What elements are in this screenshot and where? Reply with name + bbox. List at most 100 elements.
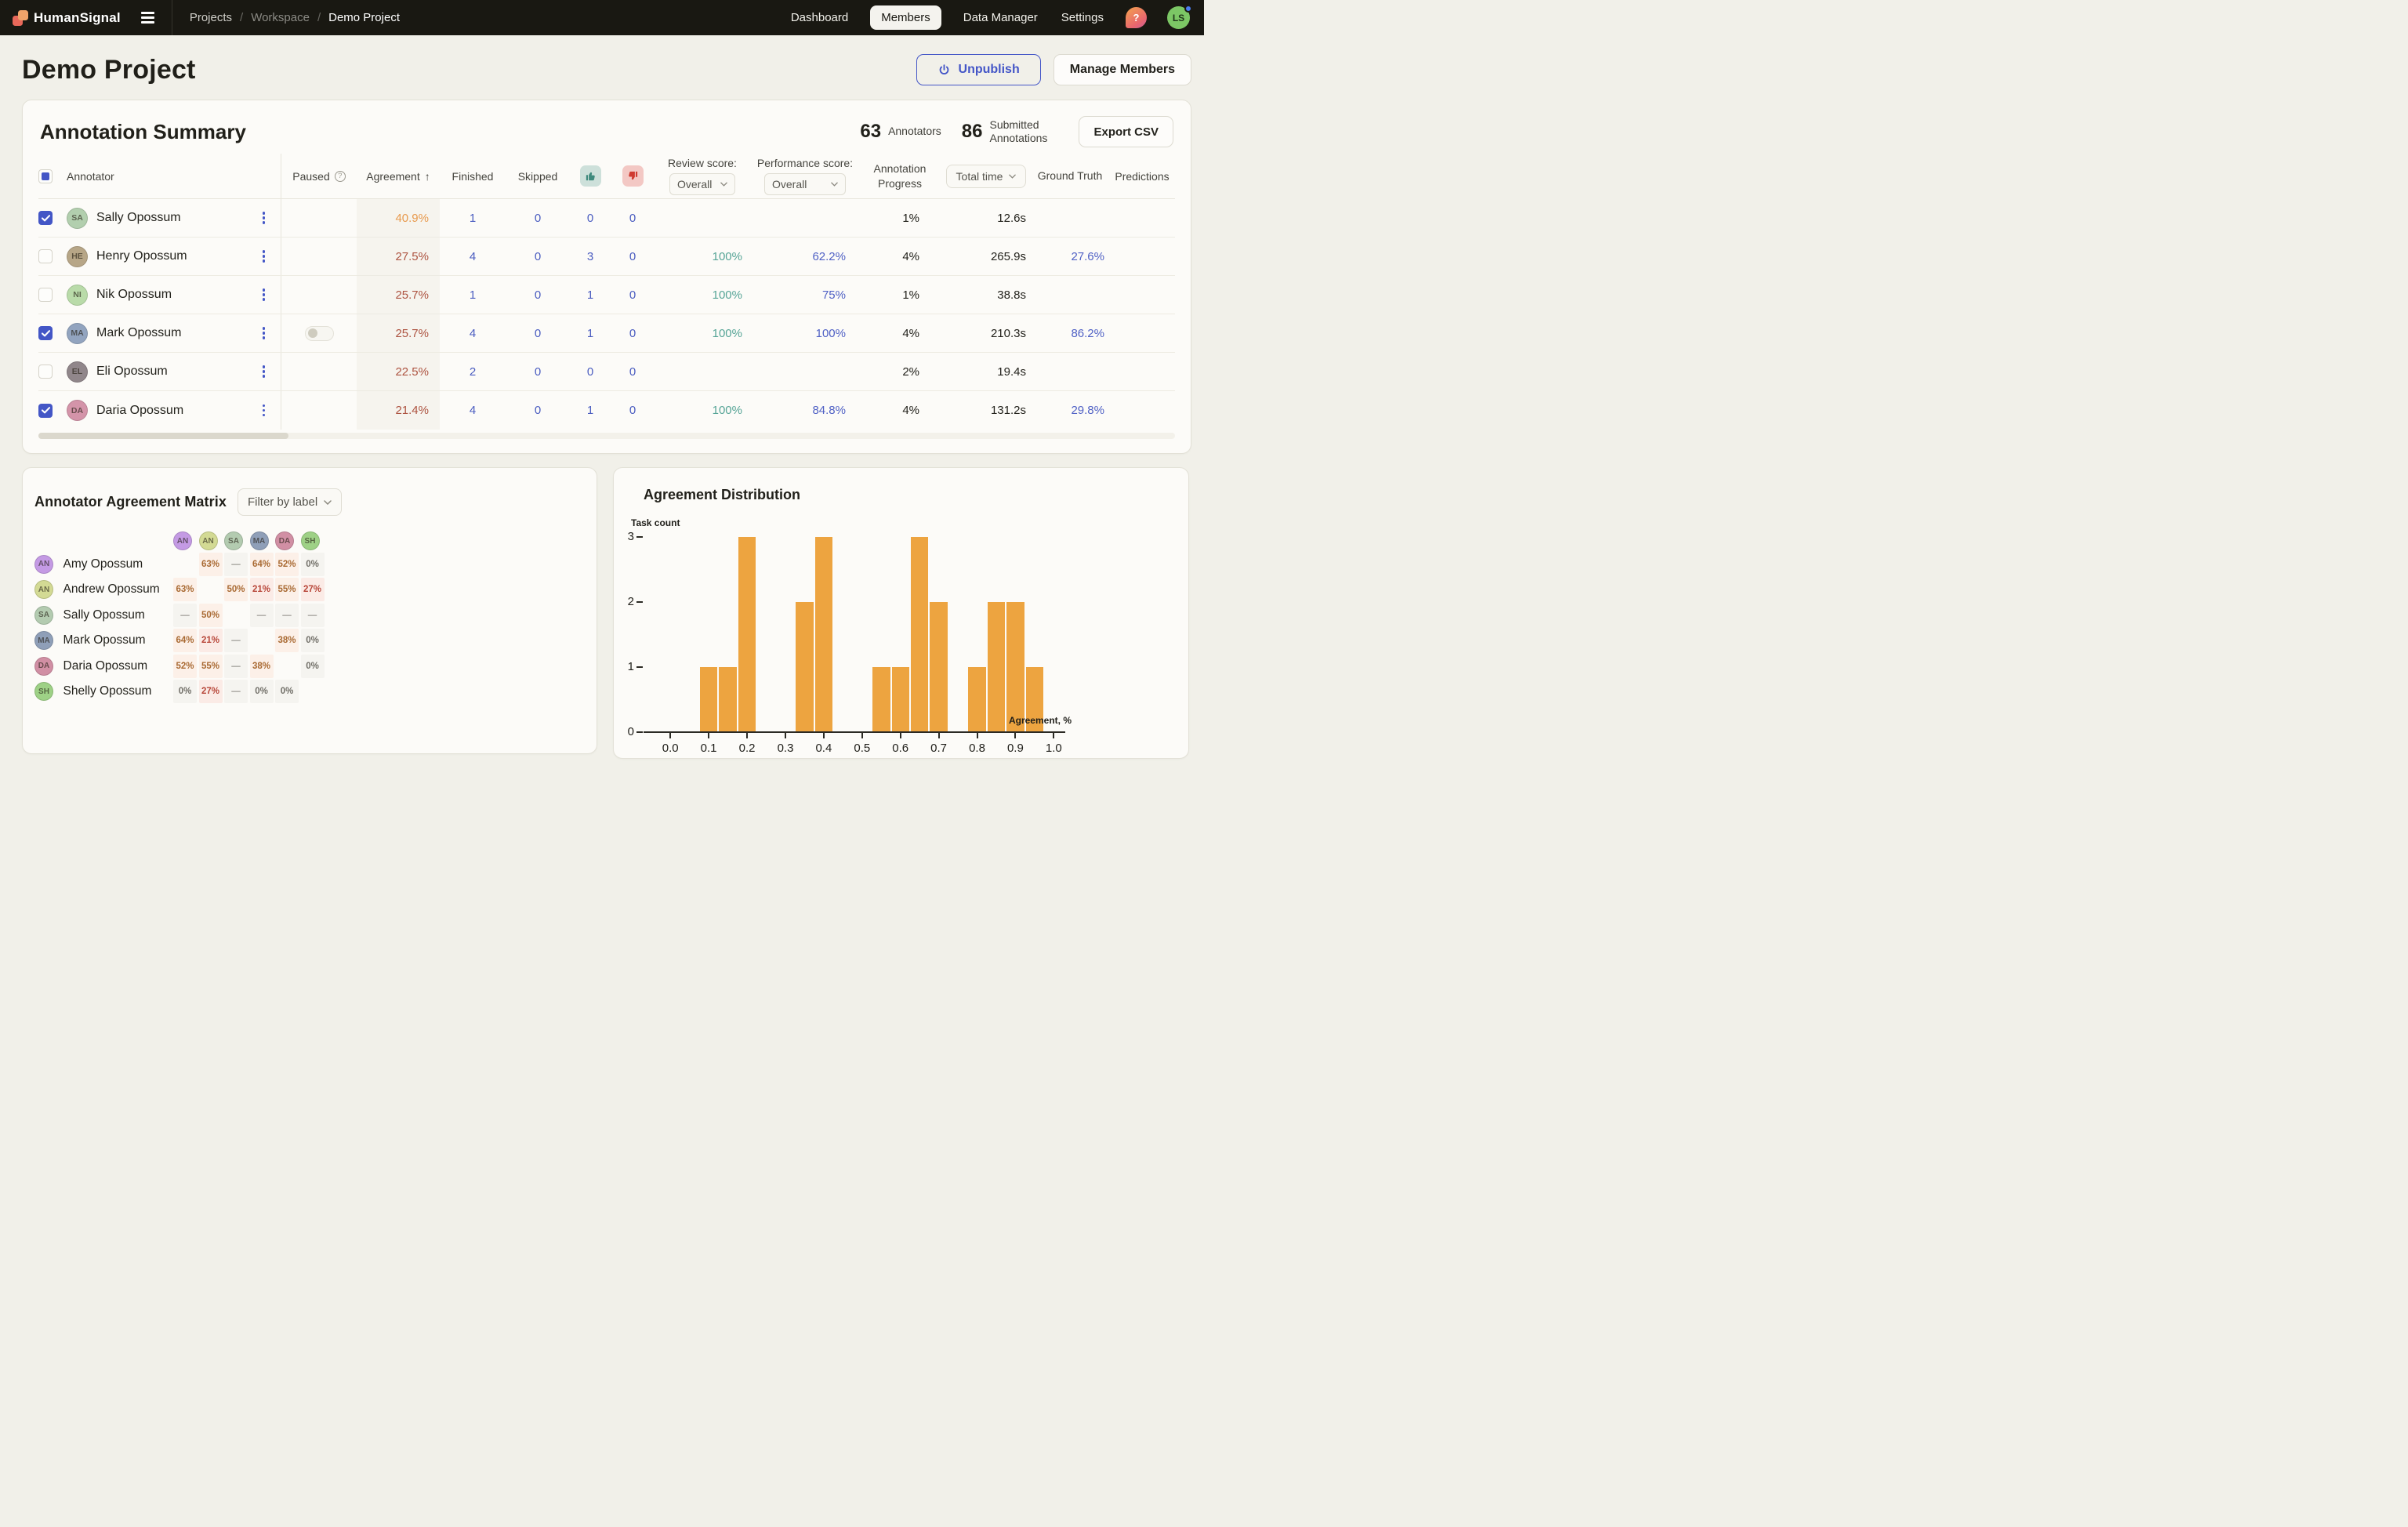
unpublish-button[interactable]: Unpublish [916,54,1041,85]
histogram-bar[interactable] [815,537,833,732]
matrix-cell[interactable]: 27% [301,578,325,601]
breadcrumb-projects[interactable]: Projects [190,11,232,24]
row-menu-icon[interactable] [259,401,270,421]
nav-link-settings[interactable]: Settings [1060,5,1105,30]
row-menu-icon[interactable] [259,285,270,305]
finished-value[interactable]: 4 [470,250,476,263]
matrix-cell[interactable]: 0% [173,680,197,703]
review-score-dropdown[interactable]: Overall [669,173,735,195]
rejected-value[interactable]: 0 [629,327,636,340]
total-time-dropdown[interactable]: Total time [946,165,1027,188]
nav-link-members[interactable]: Members [870,5,941,30]
row-menu-icon[interactable] [259,361,270,382]
finished-value[interactable]: 4 [470,404,476,417]
breadcrumb-current-project[interactable]: Demo Project [328,11,400,24]
select-all-checkbox[interactable] [38,169,53,183]
matrix-cell[interactable]: 55% [275,578,299,601]
row-menu-icon[interactable] [259,323,270,343]
matrix-cell[interactable]: 0% [275,680,299,703]
skipped-value[interactable]: 0 [535,288,541,302]
matrix-cell[interactable]: — [275,604,299,627]
paused-help-icon[interactable]: ? [335,171,346,182]
histogram-bar[interactable] [988,602,1006,732]
rejected-value[interactable]: 0 [629,288,636,302]
hamburger-menu-icon[interactable] [138,9,158,27]
humansignal-logo[interactable]: HumanSignal [13,10,121,26]
accepted-value[interactable]: 1 [587,404,593,417]
skipped-value[interactable]: 0 [535,327,541,340]
finished-value[interactable]: 2 [470,365,476,379]
column-agreement[interactable]: Agreement ↑ [357,170,440,183]
rejected-value[interactable]: 0 [629,365,636,379]
histogram-bar[interactable] [719,667,737,732]
histogram-bar[interactable] [892,667,910,732]
accepted-value[interactable]: 3 [587,250,593,263]
histogram-bar[interactable] [930,602,948,732]
skipped-value[interactable]: 0 [535,250,541,263]
matrix-cell[interactable]: 0% [250,680,274,703]
finished-value[interactable]: 4 [470,327,476,340]
row-checkbox[interactable] [38,288,53,302]
rejected-value[interactable]: 0 [629,250,636,263]
histogram-bar[interactable] [968,667,986,732]
matrix-cell[interactable]: 21% [199,629,223,652]
histogram-bar[interactable] [1006,602,1024,732]
matrix-cell[interactable]: — [301,604,325,627]
accepted-value[interactable]: 0 [587,212,593,225]
matrix-cell[interactable]: 64% [250,553,274,576]
matrix-cell[interactable]: 50% [199,604,223,627]
histogram-bar[interactable] [796,602,814,732]
skipped-value[interactable]: 0 [535,365,541,379]
row-checkbox[interactable] [38,211,53,225]
accepted-value[interactable]: 1 [587,327,593,340]
manage-members-button[interactable]: Manage Members [1054,54,1191,85]
histogram-bar[interactable] [738,537,756,732]
performance-score-dropdown[interactable]: Overall [764,173,846,195]
matrix-cell[interactable]: 63% [173,578,197,601]
matrix-cell[interactable]: 0% [301,655,325,678]
row-checkbox[interactable] [38,326,53,340]
thumbs-up-icon[interactable] [580,165,601,187]
matrix-cell[interactable]: — [224,655,248,678]
rejected-value[interactable]: 0 [629,212,636,225]
row-checkbox[interactable] [38,404,53,418]
export-csv-button[interactable]: Export CSV [1079,116,1173,147]
accepted-value[interactable]: 1 [587,288,593,302]
finished-value[interactable]: 1 [470,288,476,302]
row-checkbox[interactable] [38,365,53,379]
row-checkbox[interactable] [38,249,53,263]
matrix-cell[interactable]: 27% [199,680,223,703]
matrix-cell[interactable]: — [224,553,248,576]
matrix-cell[interactable]: 38% [275,629,299,652]
matrix-cell[interactable]: 50% [224,578,248,601]
user-avatar[interactable]: LS [1167,6,1190,29]
matrix-cell[interactable]: 52% [275,553,299,576]
matrix-cell[interactable]: 38% [250,655,274,678]
matrix-cell[interactable]: 0% [301,629,325,652]
matrix-cell[interactable]: 64% [173,629,197,652]
row-menu-icon[interactable] [259,208,270,228]
skipped-value[interactable]: 0 [535,212,541,225]
matrix-cell[interactable]: — [224,680,248,703]
finished-value[interactable]: 1 [470,212,476,225]
histogram-bar[interactable] [700,667,718,732]
paused-toggle[interactable] [305,326,334,341]
matrix-cell[interactable]: 55% [199,655,223,678]
scrollbar-thumb[interactable] [38,433,288,439]
matrix-cell[interactable]: — [250,604,274,627]
matrix-cell[interactable]: — [173,604,197,627]
rejected-value[interactable]: 0 [629,404,636,417]
accepted-value[interactable]: 0 [587,365,593,379]
matrix-cell[interactable]: 63% [199,553,223,576]
matrix-cell[interactable]: 0% [301,553,325,576]
filter-by-label-dropdown[interactable]: Filter by label [238,488,342,516]
help-icon[interactable]: ? [1126,7,1147,28]
histogram-bar[interactable] [872,667,890,732]
nav-link-data-manager[interactable]: Data Manager [962,5,1039,30]
thumbs-down-icon[interactable] [622,165,644,187]
skipped-value[interactable]: 0 [535,404,541,417]
breadcrumb-workspace[interactable]: Workspace [251,11,310,24]
matrix-cell[interactable]: 21% [250,578,274,601]
histogram-bar[interactable] [911,537,929,732]
matrix-cell[interactable]: 52% [173,655,197,678]
